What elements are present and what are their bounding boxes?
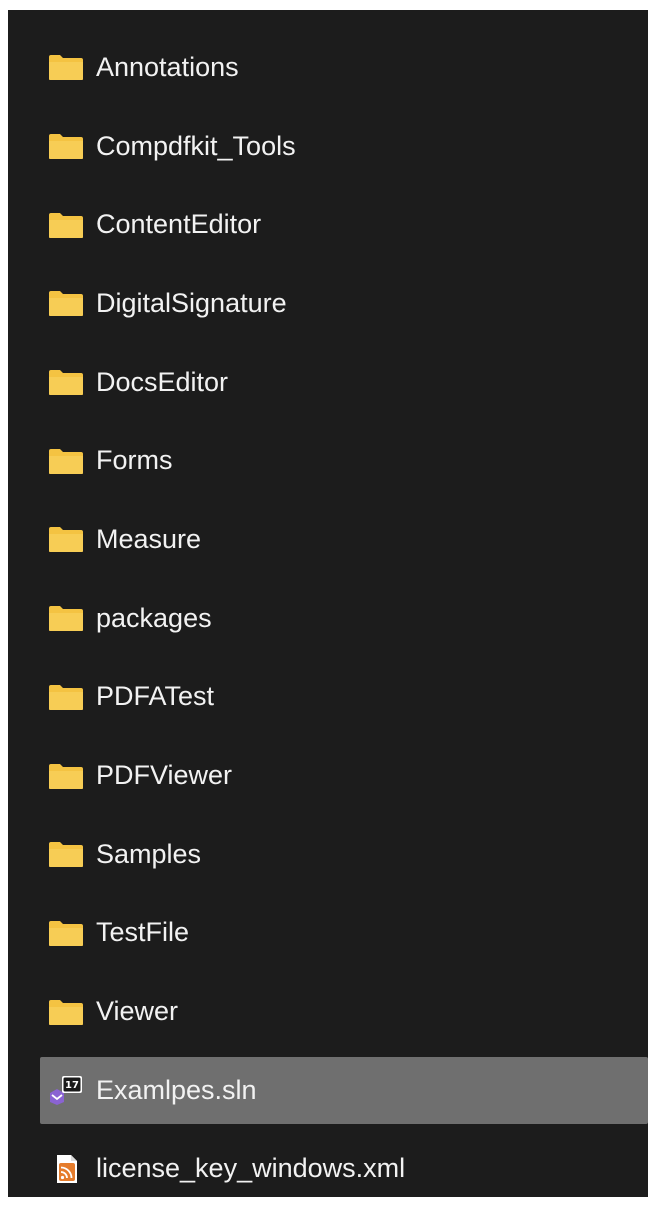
file-item-docseditor[interactable]: DocsEditor <box>8 343 648 422</box>
file-item-label: ContentEditor <box>96 209 262 240</box>
file-item-label: PDFViewer <box>96 760 233 791</box>
file-item-pdfatest[interactable]: PDFATest <box>8 658 648 737</box>
file-item-testfile[interactable]: TestFile <box>8 894 648 973</box>
file-item-label: DocsEditor <box>96 366 229 397</box>
visual-studio-solution-icon: 17 <box>48 1075 84 1106</box>
file-item-packages[interactable]: packages <box>8 579 648 658</box>
file-item-label: Samples <box>96 838 202 869</box>
folder-icon <box>48 52 84 82</box>
file-item-label: Compdfkit_Tools <box>96 130 296 161</box>
file-item-label: Viewer <box>96 996 179 1027</box>
folder-icon <box>48 918 84 948</box>
file-explorer-pane: Annotations Compdfkit_Tools ContentEdito… <box>8 10 648 1197</box>
file-item-annotations[interactable]: Annotations <box>8 28 648 107</box>
folder-icon <box>48 761 84 791</box>
file-item-samples[interactable]: Samples <box>8 815 648 894</box>
file-item-label: Forms <box>96 445 173 476</box>
folder-icon <box>48 603 84 633</box>
folder-icon <box>48 682 84 712</box>
version-badge: 17 <box>65 1080 79 1091</box>
folder-icon <box>48 839 84 869</box>
file-item-label: Measure <box>96 523 202 554</box>
file-item-forms[interactable]: Forms <box>8 421 648 500</box>
folder-icon <box>48 210 84 240</box>
file-item-label: packages <box>96 602 212 633</box>
file-item-digitalsignature[interactable]: DigitalSignature <box>8 264 648 343</box>
file-list: Annotations Compdfkit_Tools ContentEdito… <box>8 28 648 1208</box>
file-item-label: license_key_windows.xml <box>96 1153 406 1184</box>
file-item-pdfviewer[interactable]: PDFViewer <box>8 736 648 815</box>
file-item-label: PDFATest <box>96 681 215 712</box>
file-item-examlpes-sln[interactable]: 17 Examlpes.sln <box>8 1051 648 1130</box>
file-item-license-key-windows-xml[interactable]: license_key_windows.xml <box>8 1130 648 1208</box>
folder-icon <box>48 524 84 554</box>
file-item-compdfkit-tools[interactable]: Compdfkit_Tools <box>8 107 648 186</box>
file-item-label: Annotations <box>96 51 239 82</box>
file-item-contenteditor[interactable]: ContentEditor <box>8 185 648 264</box>
folder-icon <box>48 997 84 1027</box>
file-item-label: DigitalSignature <box>96 287 287 318</box>
folder-icon <box>48 131 84 161</box>
xml-file-icon <box>48 1154 84 1184</box>
folder-icon <box>48 367 84 397</box>
file-item-label: Examlpes.sln <box>96 1074 257 1105</box>
folder-icon <box>48 446 84 476</box>
file-item-label: TestFile <box>96 917 190 948</box>
folder-icon <box>48 288 84 318</box>
file-item-viewer[interactable]: Viewer <box>8 972 648 1051</box>
file-item-measure[interactable]: Measure <box>8 500 648 579</box>
